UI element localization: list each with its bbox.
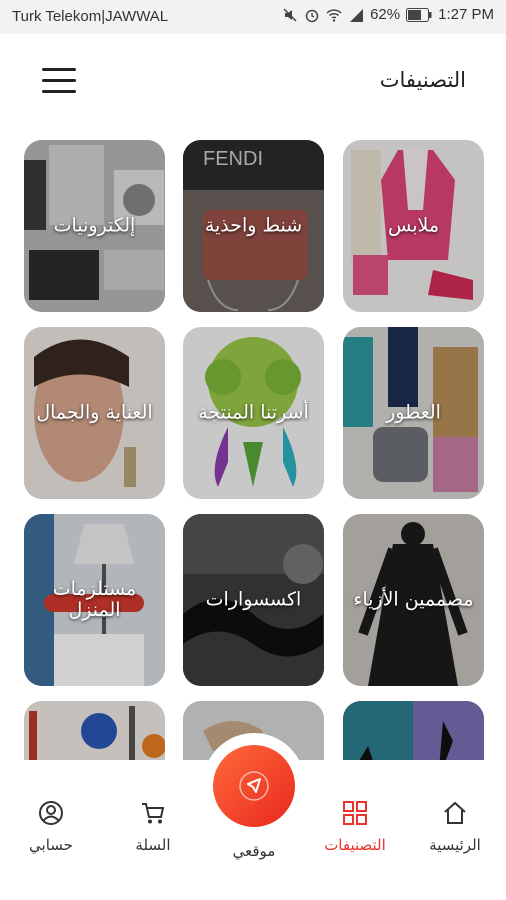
tile-shade: [24, 701, 165, 760]
status-time: 1:27 PM: [438, 6, 494, 23]
tab-location-label: موقعي: [232, 842, 276, 860]
category-tile-home-supplies[interactable]: مستلزمات المنزل: [24, 514, 165, 686]
category-label: إلكترونيات: [53, 214, 136, 237]
category-label: شنط واحذية: [204, 214, 303, 237]
tab-categories-label: التصنيفات: [324, 836, 386, 854]
category-tile-productive-families[interactable]: أسرتنا المنتجة: [183, 327, 324, 499]
tab-cart-label: السلة: [135, 836, 171, 854]
location-button[interactable]: [213, 745, 295, 827]
category-tile-sports[interactable]: [24, 701, 165, 760]
tab-categories[interactable]: التصنيفات: [310, 800, 400, 870]
category-tile-electronics[interactable]: إلكترونيات: [24, 140, 165, 312]
category-label: اكسسوارات: [205, 588, 302, 611]
category-tile-accessories[interactable]: اكسسوارات: [183, 514, 324, 686]
category-tile-fashion-designers[interactable]: مصممين الأزياء: [343, 514, 484, 686]
navigation-icon: [239, 771, 269, 801]
category-tile-beauty-care[interactable]: العناية والجمال: [24, 327, 165, 499]
category-label: ملابس: [387, 214, 440, 237]
battery-percent: 62%: [370, 6, 401, 23]
tab-account[interactable]: حسابي: [6, 800, 96, 870]
carrier-name: Turk Telekom|JAWWAL: [12, 8, 169, 25]
tile-shade: [343, 701, 484, 760]
tab-cart[interactable]: السلة: [108, 800, 198, 870]
alarm-icon: [305, 9, 319, 22]
cart-icon: [142, 803, 165, 824]
category-tile-bags-shoes[interactable]: FENDI شنط واحذية: [183, 140, 324, 312]
tab-account-label: حسابي: [29, 836, 73, 854]
category-label: العطور: [386, 401, 441, 424]
status-bar: Turk Telekom|JAWWAL 62% 1:27 PM: [0, 0, 506, 34]
mute-icon: [283, 7, 297, 22]
home-icon: [444, 801, 466, 824]
page-title: التصنيفات: [379, 68, 466, 92]
wifi-icon: [326, 8, 342, 22]
category-label: مستلزمات المنزل: [52, 578, 137, 621]
category-label: العناية والجمال: [36, 401, 153, 424]
hamburger-icon[interactable]: [42, 68, 76, 94]
category-tile-perfume[interactable]: العطور: [343, 327, 484, 499]
category-tile-dance[interactable]: [343, 701, 484, 760]
tab-home[interactable]: الرئيسية: [410, 800, 500, 870]
app-header: التصنيفات: [0, 34, 506, 124]
signal-icon: [350, 8, 364, 22]
categories-grid: ملابس FENDI شنط واحذية إلكترونيات العطور…: [0, 124, 506, 760]
tab-home-label: الرئيسية: [429, 836, 481, 854]
user-icon: [39, 801, 63, 825]
battery-icon: [406, 7, 432, 22]
category-label: مصممين الأزياء: [353, 588, 474, 611]
status-icons: 62% 1:27 PM: [282, 6, 494, 23]
grid-icon: [343, 801, 367, 825]
category-label: أسرتنا المنتجة: [198, 401, 309, 424]
category-tile-clothing[interactable]: ملابس: [343, 140, 484, 312]
